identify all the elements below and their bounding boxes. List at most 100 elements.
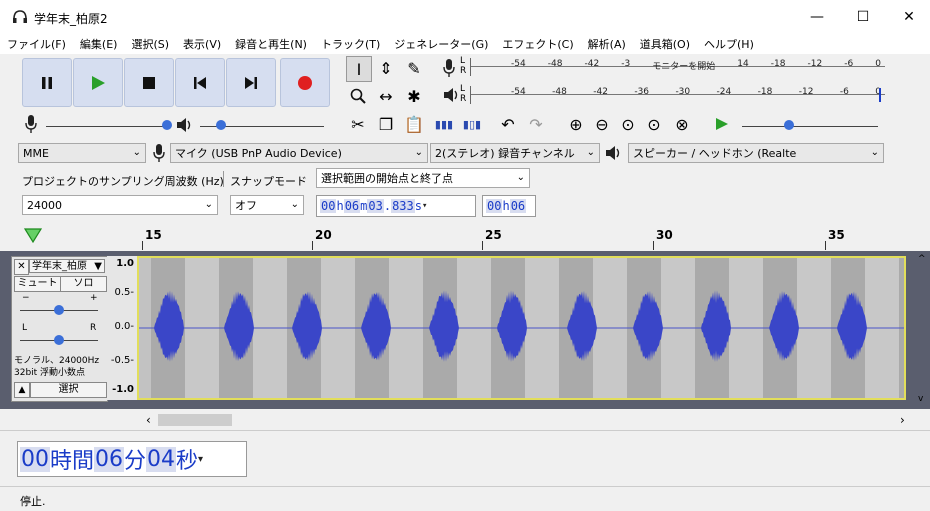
undo-button[interactable]: ↶ — [496, 112, 520, 136]
meter-tick: -54 — [511, 87, 526, 97]
waveform[interactable] — [139, 258, 904, 398]
stop-button[interactable] — [124, 58, 174, 107]
menu-item-2[interactable]: 選択(S) — [124, 36, 176, 52]
play-meter[interactable]: -54-48-42-36-30-24-18-12-60 — [470, 86, 885, 104]
record-meter[interactable]: -54 -48 -42 -3 モニターを開始 14 -18 -12 -6 0 — [470, 58, 885, 76]
dropdown-arrow-icon: ▾ — [198, 453, 204, 465]
minimize-button[interactable]: — — [794, 0, 840, 34]
zoom-in-button[interactable]: ⊕ — [564, 112, 588, 136]
record-button[interactable] — [280, 58, 330, 107]
timeline-ruler[interactable]: 15 20 25 30 35 — [0, 223, 930, 252]
window-title: 学年末_柏原2 — [34, 12, 108, 26]
menu-item-0[interactable]: ファイル(F) — [0, 36, 73, 52]
double-arrow-icon: ↔ — [379, 86, 393, 106]
close-track-button[interactable]: ✕ — [14, 259, 29, 275]
snap-select[interactable]: オフ ⌄ — [230, 195, 304, 215]
play-at-speed-button[interactable] — [710, 112, 734, 136]
menu-item-10[interactable]: ヘルプ(H) — [697, 36, 761, 52]
start-seconds: 03 — [367, 199, 384, 213]
fit-project-button[interactable]: ⊙ — [642, 112, 666, 136]
track-control-panel: ✕ 学年末_柏原 ▼ ミュート ソロ − + L R モノラル、24000Hz … — [11, 256, 108, 402]
meter-tick: -48 — [547, 59, 563, 69]
menu-item-5[interactable]: トラック(T) — [314, 36, 387, 52]
audio-clip[interactable] — [137, 256, 906, 400]
maximize-button[interactable]: ☐ — [840, 0, 886, 34]
play-volume-slider[interactable] — [200, 118, 324, 132]
select-track-button[interactable]: 選択 — [30, 382, 107, 398]
project-rate-value: 24000 — [27, 198, 62, 212]
time-minutes: 06 — [94, 446, 125, 472]
solo-button[interactable]: ソロ — [60, 276, 107, 292]
close-button[interactable]: ✕ — [886, 0, 930, 34]
title-bar: 学年末_柏原2 — ☐ ✕ — [0, 0, 930, 34]
menu-item-7[interactable]: エフェクト(C) — [495, 36, 580, 52]
scroll-up-icon[interactable]: ^ — [918, 254, 926, 264]
zoom-out-icon: ⊖ — [595, 114, 609, 134]
scroll-thumb[interactable] — [158, 414, 232, 426]
draw-tool[interactable]: ✎ — [402, 56, 426, 80]
mute-button[interactable]: ミュート — [14, 276, 61, 292]
chevron-down-icon: ⌄ — [204, 199, 213, 210]
menu-item-9[interactable]: 道具箱(O) — [633, 36, 697, 52]
horizontal-scrollbar[interactable]: ‹ › — [0, 410, 930, 430]
zoom-tool[interactable] — [346, 84, 370, 108]
chevron-down-icon: ⌄ — [132, 147, 141, 158]
time-seconds-unit: 秒 — [176, 449, 199, 474]
skip-start-button[interactable] — [175, 58, 225, 107]
redo-button[interactable]: ↷ — [524, 112, 548, 136]
zoom-toggle-button[interactable]: ⊗ — [670, 112, 694, 136]
pause-button[interactable] — [22, 58, 72, 107]
selection-start-time[interactable]: 00 h 06 m 03 . 833 s ▾ — [316, 195, 476, 217]
envelope-tool[interactable]: ⇕ — [374, 56, 398, 80]
menu-item-1[interactable]: 編集(E) — [73, 36, 125, 52]
start-h-unit: h — [336, 199, 344, 213]
pan-slider[interactable] — [20, 335, 98, 345]
device-mic-icon — [152, 143, 166, 166]
selection-end-time[interactable]: 00 h 06 — [482, 195, 536, 217]
menu-item-3[interactable]: 表示(V) — [176, 36, 228, 52]
vertical-scrollbar[interactable]: ^ v — [918, 254, 928, 404]
project-rate-select[interactable]: 24000 ⌄ — [22, 195, 218, 215]
menu-item-4[interactable]: 録音と再生(N) — [228, 36, 314, 52]
play-speed-slider[interactable] — [742, 118, 878, 132]
record-meter-ticks: -54 -48 -42 -3 モニターを開始 14 -18 -12 -6 0 — [511, 59, 881, 72]
play-button[interactable] — [73, 58, 123, 107]
selection-tool[interactable]: I — [346, 56, 372, 82]
pin-head-icon[interactable] — [24, 228, 42, 244]
menu-item-6[interactable]: ジェネレーター(G) — [387, 36, 495, 52]
chevron-down-icon: ⌄ — [414, 147, 423, 158]
playback-device-select[interactable]: スピーカー / ヘッドホン (Realte ⌄ — [628, 143, 884, 163]
playback-time-display[interactable]: 00 時間 06 分 04 秒 ▾ — [17, 441, 247, 477]
project-rate-label: プロジェクトのサンプリング周波数 (Hz) — [22, 175, 224, 188]
recording-device-select[interactable]: マイク (USB PnP Audio Device) ⌄ — [170, 143, 428, 163]
silence-button[interactable]: ▮▯▮ — [460, 112, 484, 136]
recording-device-value: マイク (USB PnP Audio Device) — [175, 147, 342, 160]
record-meter-mic-icon — [442, 58, 456, 81]
silence-audio-icon: ▮▯▮ — [462, 117, 482, 131]
ruler-label: 20 — [315, 228, 332, 242]
menu-item-8[interactable]: 解析(A) — [581, 36, 633, 52]
collapse-track-button[interactable]: ▲ — [14, 382, 30, 398]
scale-label: 1.0 — [116, 258, 134, 269]
multi-tool[interactable]: ✱ — [402, 84, 426, 108]
copy-button[interactable]: ❐ — [374, 112, 398, 136]
cut-button[interactable]: ✂ — [346, 112, 370, 136]
audio-host-select[interactable]: MME ⌄ — [18, 143, 146, 163]
fit-selection-button[interactable]: ⊙ — [616, 112, 640, 136]
recording-channels-select[interactable]: 2(ステレオ) 録音チャンネル ⌄ — [430, 143, 600, 163]
selection-mode-select[interactable]: 選択範囲の開始点と終了点 ⌄ — [316, 168, 530, 188]
meter-tick: -42 — [584, 59, 600, 69]
scroll-down-icon[interactable]: v — [918, 394, 923, 404]
zoom-out-button[interactable]: ⊖ — [590, 112, 614, 136]
scroll-right-icon[interactable]: › — [900, 413, 905, 427]
track-name-menu[interactable]: 学年末_柏原 ▼ — [29, 259, 105, 273]
scroll-left-icon[interactable]: ‹ — [146, 413, 151, 427]
paste-button[interactable]: 📋 — [402, 112, 426, 136]
gain-slider[interactable] — [20, 305, 98, 315]
record-volume-slider[interactable] — [46, 118, 172, 132]
track-info-bitdepth: 32bit 浮動小数点 — [14, 368, 86, 378]
timeshift-tool[interactable]: ↔ — [374, 84, 398, 108]
skip-end-button[interactable] — [226, 58, 276, 107]
gain-minus-label: − — [22, 293, 30, 303]
trim-button[interactable]: ▮▮▮ — [432, 112, 456, 136]
